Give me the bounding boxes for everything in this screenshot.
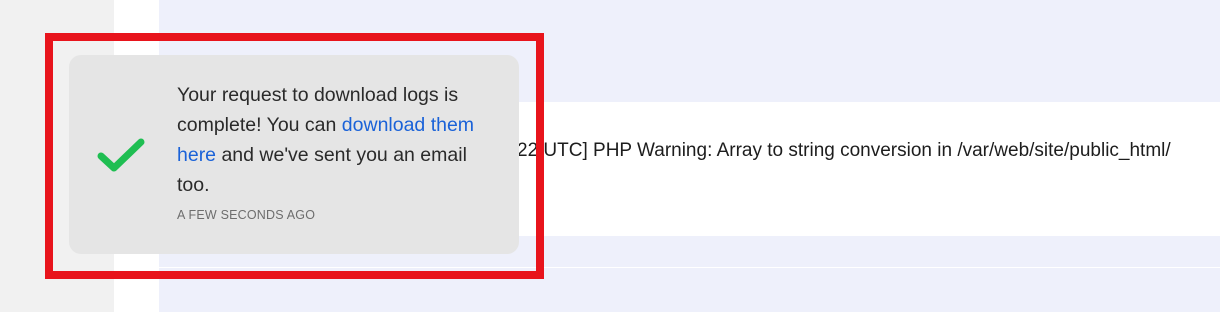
log-entry-text: 22 UTC] PHP Warning: Array to string con… [517,140,1171,161]
highlight-frame [45,33,544,279]
